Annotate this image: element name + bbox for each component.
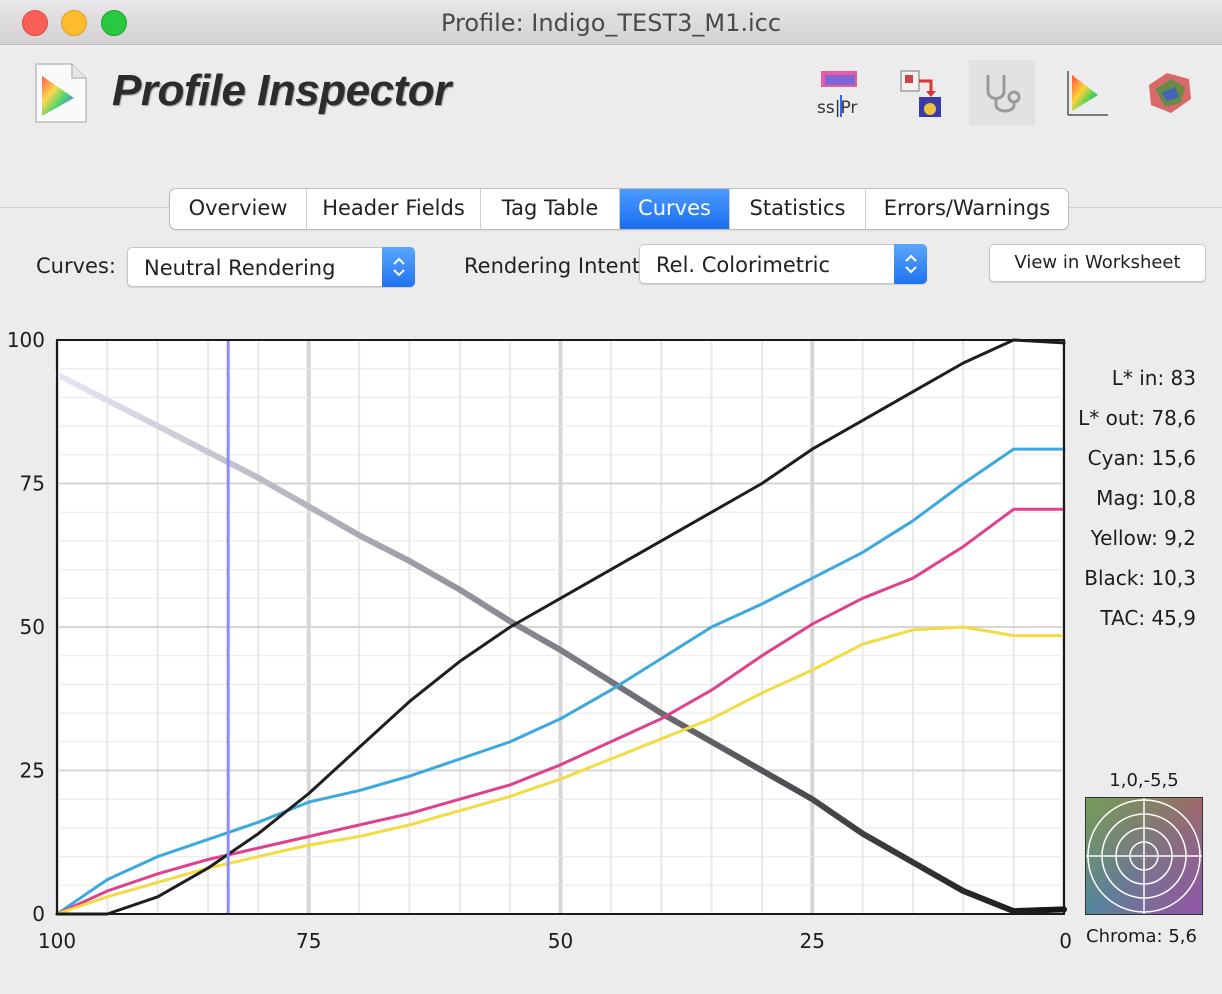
title-bar: Profile: Indigo_TEST3_M1.icc (0, 0, 1222, 45)
gamut-compare-button[interactable] (1136, 60, 1202, 126)
tab-errors-warnings[interactable]: Errors/Warnings (866, 189, 1068, 229)
rendering-intent-label: Rendering Intent: (464, 254, 648, 278)
window-title: Profile: Indigo_TEST3_M1.icc (440, 9, 782, 37)
tab-bar: Overview Header Fields Tag Table Curves … (169, 188, 1069, 230)
tool-text: ss|Pr (817, 98, 857, 118)
readout-magenta: Mag: 10,8 (1096, 486, 1196, 510)
app-name: Profile Inspector (112, 66, 451, 115)
app-logo-icon (34, 62, 88, 124)
y-tick-label: 75 (20, 472, 45, 496)
y-tick-label: 50 (20, 615, 45, 639)
updown-chevron-icon (382, 247, 415, 287)
x-tick-label: 25 (800, 929, 825, 953)
profile-link-button[interactable] (888, 60, 954, 126)
profile-link-icon (900, 70, 941, 117)
x-tick-label: 75 (296, 929, 321, 953)
gamut-triangle-icon (1067, 71, 1108, 116)
verify-button[interactable] (969, 60, 1035, 126)
readout-lstar-in: L* in: 83 (1111, 366, 1196, 390)
rendering-intent-select[interactable]: Rel. Colorimetric (639, 244, 927, 284)
y-tick-label: 25 (20, 759, 45, 783)
view-in-worksheet-button[interactable]: View in Worksheet (989, 244, 1206, 282)
x-tick-label: 0 (1059, 929, 1072, 953)
curves-select-value: Neutral Rendering (144, 256, 336, 280)
tab-header-fields[interactable]: Header Fields (307, 189, 481, 229)
ab-target-plot (1085, 797, 1203, 915)
readout-lstar-out: L* out: 78,6 (1078, 406, 1196, 430)
readout-cyan: Cyan: 15,6 (1087, 446, 1196, 470)
curves-select[interactable]: Neutral Rendering (127, 247, 415, 287)
x-tick-label: 100 (38, 929, 76, 953)
updown-chevron-icon (894, 244, 927, 284)
target-rings-icon (1086, 798, 1202, 914)
gamut-plot-button[interactable] (1053, 60, 1119, 126)
x-tick-label: 50 (548, 929, 573, 953)
gamut-3d-button[interactable]: ss|Pr (806, 60, 872, 126)
stethoscope-icon (986, 75, 1021, 113)
tab-curves[interactable]: Curves (620, 189, 730, 229)
y-tick-label: 100 (7, 328, 45, 352)
curves-label: Curves: (36, 254, 116, 278)
rendering-intent-value: Rel. Colorimetric (656, 253, 831, 277)
y-tick-label: 0 (32, 902, 45, 926)
readout-tac: TAC: 45,9 (1100, 606, 1196, 630)
tab-overview[interactable]: Overview (170, 189, 307, 229)
gamut-compare-icon (1149, 73, 1191, 113)
lab-coordinate-readout: 1,0,-5,5 (1109, 770, 1179, 791)
curves-chart[interactable]: 100 75 50 25 0 100 75 50 25 0 (0, 320, 1080, 960)
readout-yellow: Yellow: 9,2 (1090, 526, 1196, 550)
gamut-3d-icon: ss|Pr (817, 71, 857, 118)
chroma-readout: Chroma: 5,6 (1086, 926, 1197, 947)
readout-black: Black: 10,3 (1084, 566, 1196, 590)
tab-statistics[interactable]: Statistics (730, 189, 866, 229)
tab-tag-table[interactable]: Tag Table (481, 189, 620, 229)
